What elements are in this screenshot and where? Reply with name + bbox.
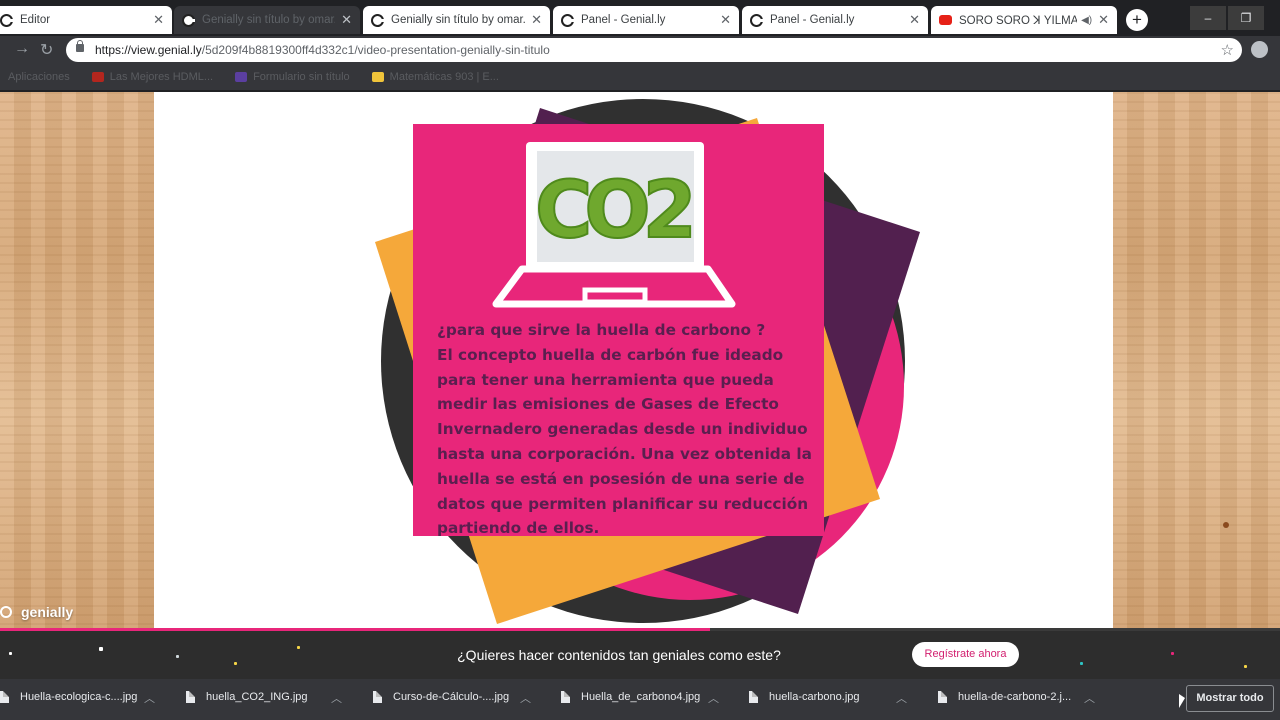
download-filename: Curso-de-Cálculo-....jpg: [393, 691, 510, 703]
tab-title: SORO SORO ꓘ YILMAR DE: [959, 15, 1078, 27]
download-item[interactable]: huella-de-carbono-2.j... ︿: [938, 691, 1095, 705]
chevron-up-icon[interactable]: ︿: [708, 690, 719, 706]
download-filename: Huella_de_carbono4.jpg: [581, 691, 701, 703]
tab-panel-2[interactable]: Panel - Genial.ly ✕: [742, 6, 928, 34]
download-filename: huella-de-carbono-2.j...: [958, 691, 1072, 703]
bookmarks-bar: Aplicaciones Las Mejores HDML... Formula…: [0, 64, 1280, 90]
restore-button[interactable]: ❐: [1228, 6, 1264, 30]
register-button[interactable]: Regístrate ahora: [912, 642, 1019, 667]
chevron-up-icon[interactable]: ︿: [144, 690, 155, 706]
genially-brand-label: genially: [21, 604, 74, 620]
cta-text: ¿Quieres hacer contenidos tan geniales c…: [457, 647, 781, 663]
tab-editor[interactable]: Editor ✕: [0, 6, 172, 34]
file-icon: [0, 691, 9, 703]
bookmark-label: Aplicaciones: [8, 71, 70, 83]
lock-icon: [76, 40, 84, 52]
slide-heading: ¿para que sirve la huella de carbono ?: [437, 321, 766, 339]
close-icon[interactable]: ✕: [341, 12, 352, 28]
download-filename: Huella-ecologica-c....jpg: [20, 691, 138, 703]
bookmark-youtube[interactable]: Las Mejores HDML...: [91, 71, 214, 83]
youtube-icon: [91, 72, 104, 82]
bookmark-label: Formulario sin título: [253, 71, 350, 83]
wood-background-left: [0, 92, 154, 630]
download-item[interactable]: Curso-de-Cálculo-....jpg ︿: [373, 691, 531, 705]
chevron-up-icon[interactable]: ︿: [520, 690, 531, 706]
genially-icon: [561, 13, 574, 27]
genially-icon: [750, 13, 763, 27]
bookmark-label: Matemáticas 903 | E...: [389, 71, 499, 83]
close-icon[interactable]: ✕: [1098, 12, 1109, 28]
wood-background-right: [1113, 92, 1280, 630]
genially-icon: [182, 13, 195, 27]
co2-grass-image: CO2: [534, 165, 700, 257]
download-item[interactable]: huella_CO2_ING.jpg ︿: [186, 691, 342, 705]
genially-logo-icon: [0, 606, 12, 618]
bookmark-forms[interactable]: Formulario sin título: [235, 71, 350, 83]
browser-toolbar: → ↻ https://view.genial.ly/5d209f4b88193…: [0, 36, 1280, 64]
file-icon: [749, 691, 758, 703]
tab-title: Genially sin título by omar.nate: [391, 14, 525, 26]
minimize-button[interactable]: –: [1190, 6, 1226, 30]
show-all-downloads-button[interactable]: Mostrar todo: [1186, 685, 1274, 712]
close-icon[interactable]: ✕: [153, 12, 164, 28]
slide-body: El concepto huella de carbón fue ideado …: [437, 345, 812, 538]
mouse-cursor-icon: [1179, 694, 1185, 708]
download-item[interactable]: Huella-ecologica-c....jpg ︿: [0, 691, 155, 705]
close-icon[interactable]: ✕: [720, 12, 731, 28]
confetti-dot: [1244, 665, 1247, 668]
bookmark-math[interactable]: Matemáticas 903 | E...: [371, 71, 499, 83]
download-filename: huella-carbono.jpg: [769, 691, 860, 703]
chevron-up-icon[interactable]: ︿: [1084, 690, 1095, 706]
bookmark-star-icon[interactable]: ☆: [1221, 41, 1234, 59]
speaker-icon: ◀): [1081, 14, 1093, 26]
url-text[interactable]: https://view.genial.ly/5d209f4b8819300ff…: [95, 43, 550, 57]
reload-icon[interactable]: ↻: [40, 40, 53, 60]
file-icon: [561, 691, 570, 703]
file-icon: [186, 691, 195, 703]
wood-knot: [1223, 522, 1229, 528]
svg-text:CO2: CO2: [535, 166, 691, 256]
genially-icon: [0, 13, 13, 27]
file-icon: [938, 691, 947, 703]
profile-avatar[interactable]: [1251, 41, 1268, 58]
genially-watermark[interactable]: genially: [0, 604, 73, 620]
tab-panel-1[interactable]: Panel - Genial.ly ✕: [553, 6, 739, 34]
tab-title: Editor: [20, 14, 51, 26]
new-tab-button[interactable]: +: [1126, 9, 1148, 31]
tab-title: Panel - Genial.ly: [770, 14, 855, 26]
chevron-up-icon[interactable]: ︿: [331, 690, 342, 706]
bookmark-apps[interactable]: Aplicaciones: [8, 71, 70, 83]
download-item[interactable]: huella-carbono.jpg ︿: [749, 691, 907, 705]
close-icon[interactable]: ✕: [909, 12, 920, 28]
file-icon: [373, 691, 382, 703]
forms-icon: [235, 72, 248, 82]
presentation-viewport: CO2 ¿para que sirve la huella de carbono…: [0, 92, 1280, 630]
bookmark-label: Las Mejores HDML...: [109, 71, 214, 83]
downloads-bar: Huella-ecologica-c....jpg ︿ huella_CO2_I…: [0, 679, 1280, 720]
chevron-up-icon[interactable]: ︿: [896, 690, 907, 706]
close-icon[interactable]: ✕: [531, 12, 542, 28]
download-filename: huella_CO2_ING.jpg: [206, 691, 308, 703]
tab-title: Genially sin título by omar.nateras: [202, 14, 335, 26]
youtube-icon: [939, 15, 952, 25]
download-item[interactable]: Huella_de_carbono4.jpg ︿: [561, 691, 719, 705]
forward-icon[interactable]: →: [14, 40, 30, 58]
slide-text: ¿para que sirve la huella de carbono ? E…: [437, 318, 815, 541]
tab-strip: Editor ✕ Genially sin título by omar.nat…: [0, 0, 1280, 40]
tab-title: Panel - Genial.ly: [581, 14, 666, 26]
tab-youtube[interactable]: SORO SORO ꓘ YILMAR DE ◀) ✕: [931, 6, 1117, 34]
tab-genially-2[interactable]: Genially sin título by omar.nate ✕: [363, 6, 550, 34]
tab-genially-1[interactable]: Genially sin título by omar.nateras ✕: [174, 6, 360, 34]
cta-banner: ¿Quieres hacer contenidos tan geniales c…: [0, 631, 1280, 679]
address-bar[interactable]: https://view.genial.ly/5d209f4b8819300ff…: [66, 38, 1242, 62]
bookmark-icon: [371, 72, 384, 82]
genially-icon: [371, 13, 384, 27]
